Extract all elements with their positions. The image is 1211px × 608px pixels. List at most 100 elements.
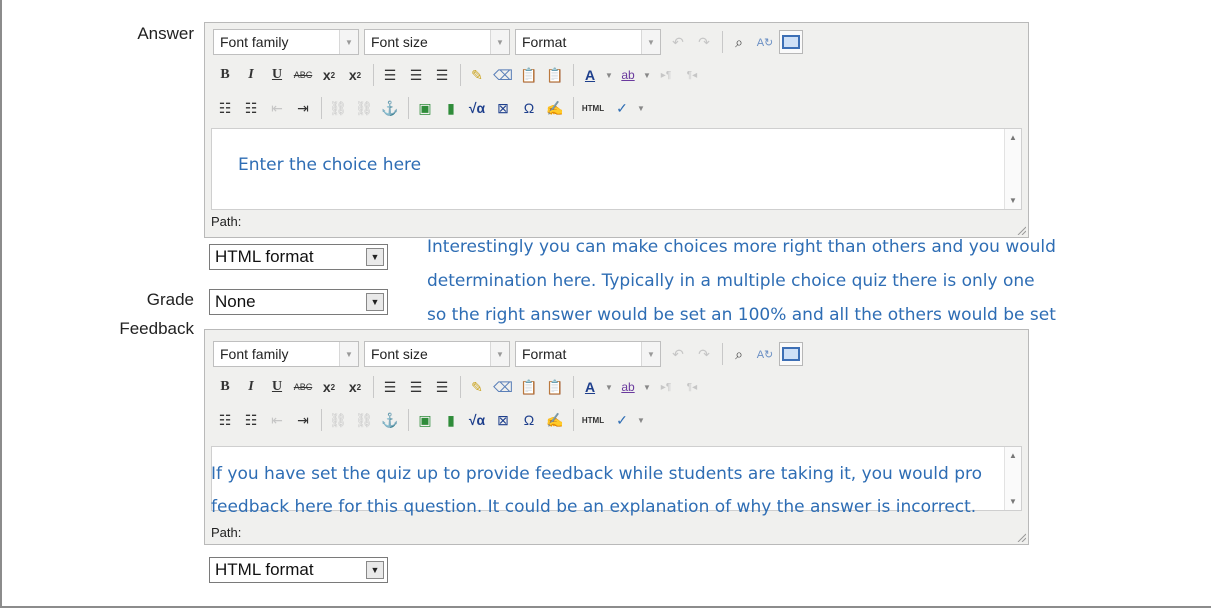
scroll-up-icon[interactable]: ▲	[1009, 451, 1017, 460]
cleanup-icon[interactable]: ✎	[465, 63, 489, 87]
outdent-icon[interactable]: ⇤	[265, 408, 289, 432]
chevron-down-icon[interactable]: ▼	[636, 408, 646, 432]
scroll-down-icon[interactable]: ▼	[1009, 497, 1017, 506]
resize-grip-icon[interactable]	[1016, 532, 1026, 542]
italic-icon[interactable]: I	[239, 63, 263, 87]
replace-icon[interactable]: A↻	[753, 30, 777, 54]
indent-icon[interactable]: ⇥	[291, 96, 315, 120]
bullet-list-icon[interactable]: ☷	[213, 408, 237, 432]
anchor-icon[interactable]: ⚓	[378, 408, 402, 432]
paste-text-icon[interactable]: 📋	[517, 375, 541, 399]
font-family-select[interactable]: Font family ▼	[213, 341, 359, 367]
find-icon[interactable]: ⌕	[727, 30, 751, 54]
image-icon[interactable]: ▣	[413, 96, 437, 120]
numbered-list-icon[interactable]: ☷	[239, 408, 263, 432]
eraser-icon[interactable]: ⌫	[491, 63, 515, 87]
align-left-icon[interactable]: ☰	[378, 375, 402, 399]
ltr-icon[interactable]: ▸¶	[654, 63, 678, 87]
align-right-icon[interactable]: ☰	[430, 375, 454, 399]
subscript-icon[interactable]: x2	[317, 375, 341, 399]
toolbar-separator	[573, 64, 574, 86]
underline-icon[interactable]: U	[265, 375, 289, 399]
font-size-select[interactable]: Font size ▼	[364, 29, 510, 55]
strikethrough-icon[interactable]: ABC	[291, 63, 315, 87]
scrollbar[interactable]: ▲ ▼	[1004, 447, 1021, 510]
underline-icon[interactable]: U	[265, 63, 289, 87]
html-source-icon[interactable]: HTML	[578, 96, 608, 120]
bold-icon[interactable]: B	[213, 63, 237, 87]
fullscreen-icon[interactable]	[779, 342, 803, 366]
text-color-icon[interactable]: A	[578, 63, 602, 87]
highlight-icon[interactable]: ab	[616, 375, 640, 399]
redo-icon[interactable]: ↷	[692, 342, 716, 366]
paste-word-icon[interactable]: 📋	[543, 375, 567, 399]
redo-icon[interactable]: ↷	[692, 30, 716, 54]
nolink-icon[interactable]: ⊠	[491, 408, 515, 432]
undo-icon[interactable]: ↶	[666, 342, 690, 366]
equation-icon[interactable]: √α	[465, 96, 489, 120]
cleanup-icon[interactable]: ✎	[465, 375, 489, 399]
font-family-select[interactable]: Font family ▼	[213, 29, 359, 55]
chevron-down-icon[interactable]: ▼	[604, 63, 614, 87]
unlink-icon[interactable]: ⛓	[352, 96, 376, 120]
nolink-icon[interactable]: ⊠	[491, 96, 515, 120]
toolbar-separator	[373, 376, 374, 398]
answer-content-area[interactable]: Enter the choice here ▲ ▼	[211, 128, 1022, 210]
grade-select[interactable]: None ▼	[209, 289, 388, 315]
strikethrough-icon[interactable]: ABC	[291, 375, 315, 399]
indent-icon[interactable]: ⇥	[291, 408, 315, 432]
answer-format-select[interactable]: HTML format ▼	[209, 244, 388, 270]
scrollbar[interactable]: ▲ ▼	[1004, 129, 1021, 209]
paste-word-icon[interactable]: 📋	[543, 63, 567, 87]
rtl-icon[interactable]: ¶◂	[680, 63, 704, 87]
chevron-down-icon[interactable]: ▼	[642, 375, 652, 399]
media-icon[interactable]: ▮	[439, 96, 463, 120]
format-select[interactable]: Format ▼	[515, 341, 661, 367]
scroll-up-icon[interactable]: ▲	[1009, 133, 1017, 142]
align-right-icon[interactable]: ☰	[430, 63, 454, 87]
special-char-icon[interactable]: Ω	[517, 408, 541, 432]
answer-content-text: Enter the choice here	[238, 155, 422, 175]
fullscreen-icon[interactable]	[779, 30, 803, 54]
html-source-icon[interactable]: HTML	[578, 408, 608, 432]
text-color-icon[interactable]: A	[578, 375, 602, 399]
special-char-icon[interactable]: Ω	[517, 96, 541, 120]
align-center-icon[interactable]: ☰	[404, 63, 428, 87]
find-icon[interactable]: ⌕	[727, 342, 751, 366]
outdent-icon[interactable]: ⇤	[265, 96, 289, 120]
anchor-icon[interactable]: ⚓	[378, 96, 402, 120]
align-center-icon[interactable]: ☰	[404, 375, 428, 399]
bullet-list-icon[interactable]: ☷	[213, 96, 237, 120]
chevron-down-icon[interactable]: ▼	[636, 96, 646, 120]
rtl-icon[interactable]: ¶◂	[680, 375, 704, 399]
equation-icon[interactable]: √α	[465, 408, 489, 432]
highlight-icon[interactable]: ab	[616, 63, 640, 87]
media-icon[interactable]: ▮	[439, 408, 463, 432]
emoticon-icon[interactable]: ✍	[543, 408, 567, 432]
subscript-icon[interactable]: x2	[317, 63, 341, 87]
font-size-select[interactable]: Font size ▼	[364, 341, 510, 367]
chevron-down-icon[interactable]: ▼	[604, 375, 614, 399]
eraser-icon[interactable]: ⌫	[491, 375, 515, 399]
image-icon[interactable]: ▣	[413, 408, 437, 432]
format-select[interactable]: Format ▼	[515, 29, 661, 55]
scroll-down-icon[interactable]: ▼	[1009, 196, 1017, 205]
superscript-icon[interactable]: x2	[343, 63, 367, 87]
feedback-format-select[interactable]: HTML format ▼	[209, 557, 388, 583]
italic-icon[interactable]: I	[239, 375, 263, 399]
spellcheck-icon[interactable]: ✓	[610, 96, 634, 120]
undo-icon[interactable]: ↶	[666, 30, 690, 54]
align-left-icon[interactable]: ☰	[378, 63, 402, 87]
link-icon[interactable]: ⛓	[326, 408, 350, 432]
spellcheck-icon[interactable]: ✓	[610, 408, 634, 432]
numbered-list-icon[interactable]: ☷	[239, 96, 263, 120]
bold-icon[interactable]: B	[213, 375, 237, 399]
unlink-icon[interactable]: ⛓	[352, 408, 376, 432]
replace-icon[interactable]: A↻	[753, 342, 777, 366]
emoticon-icon[interactable]: ✍	[543, 96, 567, 120]
paste-text-icon[interactable]: 📋	[517, 63, 541, 87]
chevron-down-icon[interactable]: ▼	[642, 63, 652, 87]
superscript-icon[interactable]: x2	[343, 375, 367, 399]
ltr-icon[interactable]: ▸¶	[654, 375, 678, 399]
link-icon[interactable]: ⛓	[326, 96, 350, 120]
